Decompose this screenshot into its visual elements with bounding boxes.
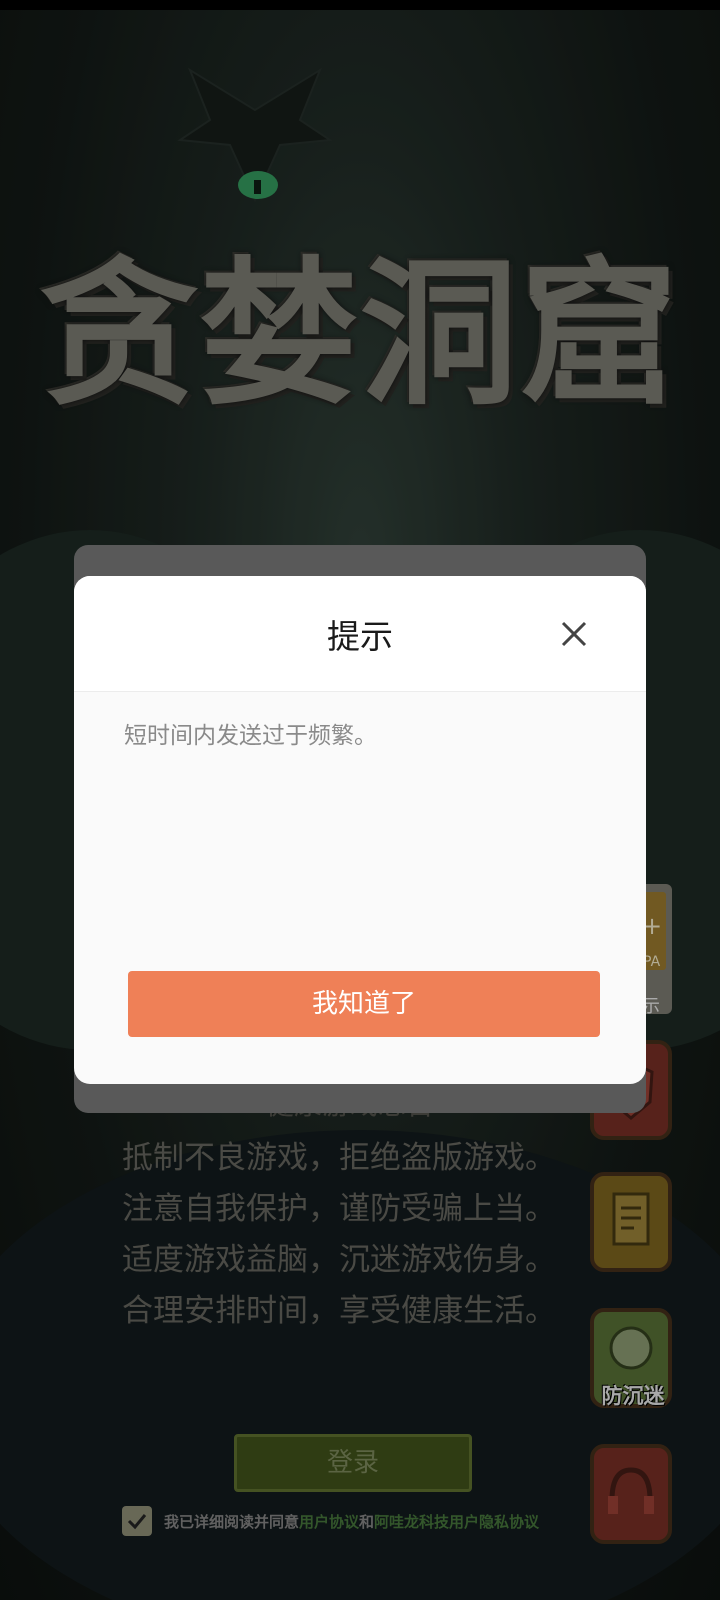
confirm-button[interactable]: 我知道了 (128, 971, 600, 1037)
dialog-header: 提示 (74, 576, 646, 692)
close-button[interactable] (558, 618, 590, 650)
dialog-message: 短时间内发送过于频繁。 (124, 723, 377, 749)
close-icon (561, 621, 587, 647)
alert-dialog: 提示 短时间内发送过于频繁。 我知道了 (74, 576, 646, 1084)
